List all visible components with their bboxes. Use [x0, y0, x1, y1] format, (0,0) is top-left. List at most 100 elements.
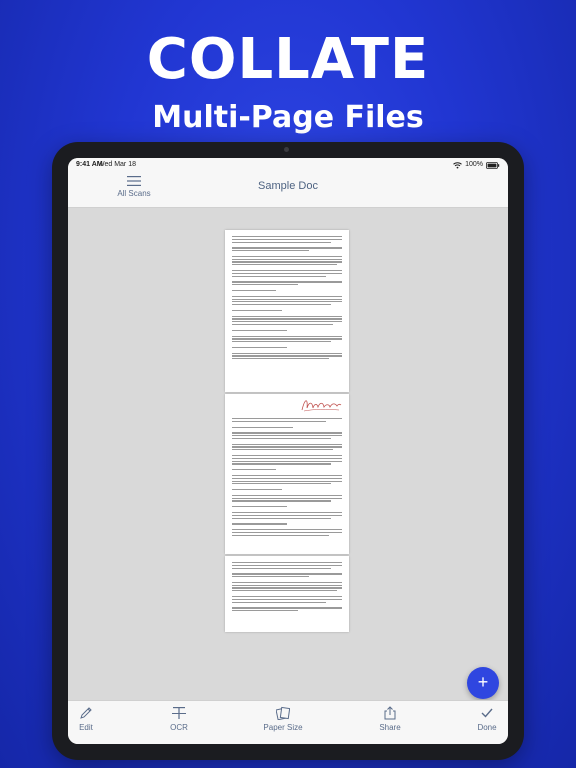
ocr-label: OCR	[170, 723, 188, 732]
text-line	[232, 564, 342, 566]
edit-label: Edit	[79, 723, 93, 732]
text-line	[232, 318, 342, 320]
document-title: Sample Doc	[258, 180, 318, 192]
text-line	[232, 264, 337, 266]
text-line	[232, 315, 342, 317]
share-icon	[384, 706, 396, 720]
text-line	[232, 477, 342, 479]
text-line	[232, 607, 342, 609]
text-line	[232, 446, 342, 448]
ocr-text-icon	[172, 707, 186, 719]
text-line	[232, 309, 282, 312]
text-line	[232, 531, 342, 534]
document-page-1[interactable]	[225, 230, 349, 392]
text-line	[232, 358, 329, 360]
add-page-button[interactable]: +	[467, 667, 499, 699]
share-label: Share	[379, 723, 401, 732]
text-line	[232, 275, 326, 277]
text-line	[232, 420, 326, 422]
text-line	[232, 426, 293, 428]
text-line	[232, 517, 331, 519]
paper-size-button[interactable]: Paper Size	[253, 706, 313, 740]
checkmark-icon	[481, 708, 493, 718]
text-line	[232, 497, 342, 499]
paper-size-label: Paper Size	[263, 723, 303, 732]
text-line	[232, 455, 342, 457]
promo-headline: COLLATE	[146, 27, 430, 92]
text-line	[232, 443, 342, 445]
text-line	[232, 238, 342, 240]
paper-size-icon	[276, 706, 290, 720]
text-line	[232, 341, 331, 343]
text-line	[232, 500, 331, 502]
text-line	[232, 598, 342, 600]
text-line	[232, 567, 331, 569]
nav-bar: All Scans Sample Doc	[68, 172, 508, 208]
text-line	[232, 284, 298, 286]
text-line	[232, 272, 342, 274]
text-line	[232, 529, 342, 531]
text-line	[232, 489, 282, 491]
text-line	[232, 281, 342, 283]
battery-icon	[486, 161, 500, 169]
text-line	[232, 346, 287, 349]
text-line	[232, 304, 331, 306]
text-line	[232, 258, 342, 260]
done-button[interactable]: Done	[457, 706, 508, 740]
text-line	[232, 587, 342, 589]
text-line	[232, 352, 342, 354]
document-page-3[interactable]	[225, 556, 349, 632]
text-line	[232, 483, 331, 485]
battery-percent: 100%	[465, 161, 483, 168]
text-line	[232, 236, 342, 238]
text-line	[232, 584, 342, 586]
text-line	[232, 298, 342, 300]
text-line	[232, 449, 334, 451]
status-date: Wed Mar 18	[98, 161, 136, 168]
text-line	[232, 437, 331, 440]
status-indicators: 100%	[453, 158, 500, 172]
text-line	[232, 562, 342, 564]
document-page-2[interactable]	[225, 394, 349, 554]
text-line	[232, 323, 334, 326]
text-line	[232, 523, 287, 525]
text-line	[232, 255, 342, 258]
text-line	[232, 506, 287, 508]
text-line	[232, 534, 329, 536]
app-screen: 9:41 AM Wed Mar 18 100% All Scans Sample…	[68, 158, 508, 744]
status-bar: 9:41 AM Wed Mar 18 100%	[68, 158, 508, 172]
text-line	[232, 590, 337, 592]
share-button[interactable]: Share	[360, 706, 420, 740]
text-line	[232, 514, 342, 516]
text-line	[232, 581, 342, 584]
text-line	[232, 457, 342, 459]
text-line	[232, 250, 309, 252]
text-line	[232, 469, 276, 471]
page-text-lines	[225, 230, 349, 364]
text-line	[232, 335, 342, 337]
text-line	[232, 261, 342, 263]
text-line	[232, 301, 342, 303]
text-line	[232, 432, 342, 434]
edit-button[interactable]: Edit	[68, 706, 116, 740]
text-line	[232, 418, 342, 420]
bottom-toolbar: Edit OCR Paper Size Share Done	[68, 700, 508, 744]
text-line	[232, 576, 309, 578]
text-line	[232, 610, 298, 612]
tablet-frame: 9:41 AM Wed Mar 18 100% All Scans Sample…	[52, 142, 524, 760]
page-text-lines	[225, 394, 349, 540]
text-line	[232, 338, 342, 340]
page-text-lines	[225, 556, 349, 616]
text-line	[232, 511, 342, 514]
text-line	[232, 474, 342, 477]
text-line	[232, 355, 342, 357]
ocr-button[interactable]: OCR	[149, 706, 209, 740]
text-line	[232, 460, 342, 462]
text-line	[232, 463, 331, 465]
document-canvas	[68, 208, 508, 700]
text-line	[232, 573, 342, 575]
text-line	[232, 494, 342, 497]
text-line	[232, 329, 287, 331]
text-line	[232, 241, 331, 243]
camera-dot	[284, 147, 289, 152]
